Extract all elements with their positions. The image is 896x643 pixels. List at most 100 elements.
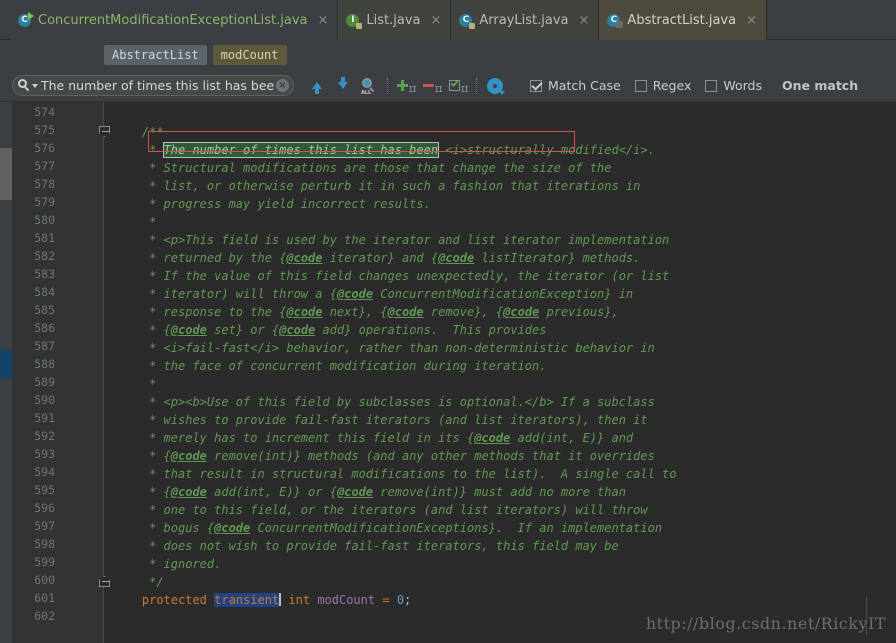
code-token: add(int, E)} or {	[206, 485, 337, 499]
ide-window: C ConcurrentModificationExceptionList.ja…	[0, 0, 896, 643]
code-token: * iterator) will throw a {	[149, 287, 337, 301]
breadcrumb: AbstractList modCount	[0, 40, 896, 70]
select-all-occurrences-button[interactable]: II	[445, 73, 471, 99]
code-line[interactable]: * merely has to increment this field in …	[149, 429, 633, 447]
code-line[interactable]: * progress may yield incorrect results.	[149, 195, 431, 213]
code-token: <i>structurally modified</i>.	[438, 143, 655, 157]
chevron-down-icon[interactable]	[32, 83, 38, 88]
line-number: 582	[34, 249, 55, 263]
code-token: * If the value of this field changes une…	[149, 269, 670, 283]
code-line[interactable]: * returned by the {@code iterator} and {…	[149, 249, 640, 267]
code-line[interactable]: * The number of times this list has been…	[149, 141, 655, 159]
code-line[interactable]: * {@code set} or {@code add} operations.…	[149, 321, 546, 339]
line-number: 579	[34, 195, 55, 209]
line-number-gutter[interactable]: 574 575 576 577 578 579 580 581 582 583 584 585 586 5…	[12, 102, 110, 643]
search-icon	[18, 79, 31, 92]
code-line[interactable]: * Structural modifications are those tha…	[149, 159, 611, 177]
arrow-up-icon	[312, 82, 322, 94]
regex-label: Regex	[652, 78, 692, 93]
code-token: * {	[149, 485, 171, 499]
code-line[interactable]: * If the value of this field changes une…	[149, 267, 669, 285]
arrow-down-icon	[338, 77, 348, 89]
java-interface-locked-icon: I	[346, 13, 363, 29]
code-line[interactable]: protected transient int modCount = 0;	[142, 591, 411, 609]
code-token: 0	[396, 593, 405, 607]
find-previous-button[interactable]	[304, 73, 330, 99]
line-number: 598	[34, 537, 55, 551]
words-checkbox[interactable]: Words	[705, 78, 762, 93]
match-case-checkbox[interactable]: Match Case	[530, 78, 621, 93]
javadoc-code-tag: @code	[503, 305, 540, 319]
code-line[interactable]: * <i>fail-fast</i> behavior, rather than…	[149, 339, 655, 357]
breadcrumb-item-class[interactable]: AbstractList	[104, 45, 207, 65]
code-token: int	[288, 593, 311, 607]
watermark-text: http://blog.csdn.net/RickyIT	[645, 614, 886, 633]
editor-tab-concurrentmodificationexceptionlist[interactable]: C ConcurrentModificationExceptionList.ja…	[10, 0, 339, 40]
code-token: add} operations. This provides	[315, 323, 547, 337]
editor-tab-arraylist[interactable]: C ArrayList.java ×	[451, 0, 600, 40]
editor-marker-strip[interactable]	[0, 102, 12, 643]
words-label: Words	[723, 78, 762, 93]
close-icon[interactable]: ×	[746, 14, 757, 27]
scrollbar-thumb[interactable]	[0, 148, 12, 200]
line-number: 574	[34, 105, 55, 119]
code-token: remove(int)} must add no more than	[373, 485, 626, 499]
editor-tab-list[interactable]: I List.java ×	[338, 0, 452, 40]
code-line[interactable]: *	[149, 375, 156, 393]
code-line[interactable]: * <p>This field is used by the iterator …	[149, 231, 669, 249]
code-token: *	[149, 377, 157, 391]
search-match-highlight: The number of times this list has been	[162, 142, 440, 158]
code-token: * Structural modifications are those tha…	[149, 161, 612, 175]
code-token: next}, {	[322, 305, 388, 319]
code-line[interactable]: * bogus {@code ConcurrentModificationExc…	[149, 519, 662, 537]
close-icon[interactable]: ×	[579, 14, 590, 27]
find-next-button[interactable]	[330, 73, 356, 99]
code-token: * <p><b>Use of this field by subclasses …	[149, 395, 655, 409]
remove-selection-button[interactable]: II	[419, 73, 445, 99]
code-line[interactable]: * response to the {@code next}, {@code r…	[149, 303, 619, 321]
add-selection-icon: II	[397, 78, 417, 94]
code-token: ConcurrentModificationExceptions}. If an…	[250, 521, 663, 535]
find-settings-button[interactable]	[482, 73, 508, 99]
code-line[interactable]: * {@code add(int, E)} or {@code remove(i…	[149, 483, 626, 501]
line-number: 581	[34, 231, 55, 245]
code-line[interactable]: * the face of concurrent modification du…	[149, 357, 546, 375]
code-line[interactable]: * one to this field, or the iterators (a…	[149, 501, 648, 519]
regex-checkbox[interactable]: Regex	[634, 78, 692, 93]
multi-caret-marker: II	[434, 84, 443, 94]
line-number: 588	[34, 357, 55, 371]
code-line[interactable]: * wishes to provide fail-fast iterators …	[149, 411, 648, 429]
code-line[interactable]: *	[149, 213, 156, 231]
add-selection-button[interactable]: II	[393, 73, 419, 99]
find-toolbar: The number of times this list has been ×…	[0, 70, 896, 102]
code-line[interactable]: * does not wish to provide fail-fast ite…	[149, 537, 619, 555]
code-line[interactable]: * list, or otherwise perturb it in such …	[149, 177, 640, 195]
code-line[interactable]: * <p><b>Use of this field by subclasses …	[149, 393, 655, 411]
javadoc-code-tag: @code	[336, 287, 374, 301]
checkbox-unchecked-icon	[634, 79, 647, 92]
line-number: 580	[34, 213, 55, 227]
code-content[interactable]: /** * The number of times this list has b…	[105, 102, 896, 643]
code-editor[interactable]: 574 575 576 577 578 579 580 581 582 583 584 585 586 5…	[0, 102, 896, 643]
code-token: protected	[141, 593, 215, 607]
close-icon[interactable]: ×	[431, 14, 442, 27]
line-number: 575	[34, 123, 55, 137]
code-line[interactable]: /**	[142, 123, 164, 141]
marker-highlight[interactable]	[0, 350, 12, 378]
code-line[interactable]: */	[149, 573, 163, 591]
code-line[interactable]: * {@code remove(int)} methods (and any o…	[149, 447, 655, 465]
breadcrumb-item-field[interactable]: modCount	[212, 45, 287, 65]
code-line[interactable]: * that result in structural modification…	[149, 465, 676, 483]
find-all-label: ALL	[361, 89, 372, 96]
close-icon[interactable]: ×	[317, 14, 328, 27]
javadoc-code-tag: @code	[279, 323, 316, 337]
code-line[interactable]: * ignored.	[149, 555, 221, 573]
find-all-button[interactable]: ALL	[356, 73, 382, 99]
javadoc-code-tag: @code	[387, 305, 424, 319]
clear-search-icon[interactable]: ×	[276, 79, 289, 92]
code-line[interactable]: * iterator) will throw a {@code Concurre…	[149, 285, 633, 303]
editor-tab-abstractlist[interactable]: C AbstractList.java ×	[599, 0, 767, 40]
search-input[interactable]: The number of times this list has been ×	[12, 75, 294, 96]
match-case-label: Match Case	[548, 78, 621, 93]
